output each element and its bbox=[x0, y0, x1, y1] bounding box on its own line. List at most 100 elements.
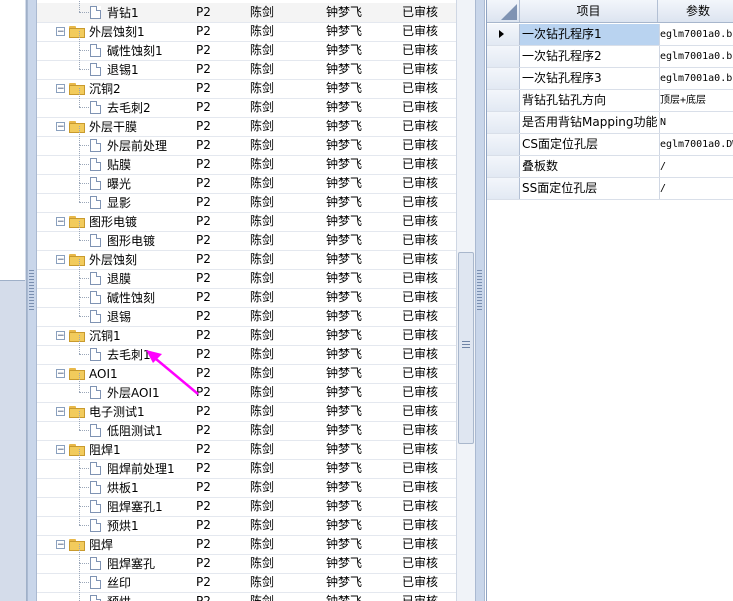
tree-node[interactable]: − 图形电镀 bbox=[56, 212, 137, 231]
tree-item-row[interactable]: 退锡1 P2 陈剑 钟梦飞 已审核 bbox=[37, 50, 456, 80]
row-header[interactable] bbox=[487, 46, 520, 67]
grid-row[interactable]: CS面定位孔层 eglm7001a0.DW bbox=[487, 134, 733, 156]
tree-group-row[interactable]: − 外层蚀刻 P2 陈剑 钟梦飞 已审核 bbox=[37, 250, 456, 270]
tree-node[interactable]: − 阻焊1 bbox=[56, 440, 121, 459]
scrollbar-thumb[interactable] bbox=[458, 252, 474, 444]
tree-node[interactable]: 显影 bbox=[90, 193, 131, 212]
grid-cell-item[interactable]: SS面定位孔层 bbox=[520, 178, 660, 199]
tree-node[interactable]: − 外层蚀刻 bbox=[56, 250, 137, 269]
tree-item-row[interactable]: 碱性蚀刻1 P2 陈剑 钟梦飞 已审核 bbox=[37, 31, 456, 61]
tree-item-row[interactable]: 外层AOI1 P2 陈剑 钟梦飞 已审核 bbox=[37, 373, 456, 403]
tree-item-row[interactable]: 丝印 P2 陈剑 钟梦飞 已审核 bbox=[37, 563, 456, 593]
grid-cell-value[interactable]: eglm7001a0.bz bbox=[658, 46, 733, 67]
tree-node[interactable]: − 电子测试1 bbox=[56, 402, 145, 421]
tree-node[interactable]: 外层前处理 bbox=[90, 136, 167, 155]
tree-node[interactable]: − 阻焊 bbox=[56, 535, 113, 554]
tree-item-row[interactable]: 退膜 P2 陈剑 钟梦飞 已审核 bbox=[37, 259, 456, 289]
tree-item-row[interactable]: 预烘1 P2 陈剑 钟梦飞 已审核 bbox=[37, 506, 456, 536]
collapse-toggle-icon[interactable]: − bbox=[56, 84, 65, 94]
collapse-toggle-icon[interactable]: − bbox=[56, 540, 65, 550]
tree-group-row[interactable]: − 电子测试1 P2 陈剑 钟梦飞 已审核 bbox=[37, 402, 456, 422]
tree-node[interactable]: − 沉铜2 bbox=[56, 79, 121, 98]
tree-vertical-scrollbar[interactable] bbox=[456, 0, 475, 601]
grid-row[interactable]: SS面定位孔层 / bbox=[487, 178, 733, 200]
tree-group-row[interactable]: − 外层干膜 P2 陈剑 钟梦飞 已审核 bbox=[37, 117, 456, 137]
tree-node[interactable]: 图形电镀 bbox=[90, 231, 155, 250]
grid-row[interactable]: 是否用背钻Mapping功能 N bbox=[487, 112, 733, 134]
tree-item-row[interactable]: 去毛刺2 P2 陈剑 钟梦飞 已审核 bbox=[37, 88, 456, 118]
tree-item-row[interactable]: 去毛刺1 P2 陈剑 钟梦飞 已审核 bbox=[37, 335, 456, 365]
tree-node[interactable]: 碱性蚀刻1 bbox=[90, 41, 163, 60]
tree-node[interactable]: − AOI1 bbox=[56, 364, 118, 383]
grid-header-corner[interactable] bbox=[487, 0, 520, 22]
collapse-toggle-icon[interactable]: − bbox=[56, 369, 65, 379]
right-splitter-grip[interactable] bbox=[477, 270, 482, 310]
right-splitter[interactable] bbox=[475, 0, 485, 601]
tree-node[interactable]: 碱性蚀刻 bbox=[90, 288, 155, 307]
tree-item-row[interactable]: 图形电镀 P2 陈剑 钟梦飞 已审核 bbox=[37, 221, 456, 251]
tree-item-row[interactable]: 碱性蚀刻 P2 陈剑 钟梦飞 已审核 bbox=[37, 278, 456, 308]
grid-cell-item[interactable]: 一次钻孔程序2 bbox=[520, 46, 660, 67]
grid-cell-item[interactable]: 一次钻孔程序3 bbox=[520, 68, 660, 89]
tree-node[interactable]: − 外层蚀刻1 bbox=[56, 22, 145, 41]
tree-node[interactable]: − 外层干膜 bbox=[56, 117, 137, 136]
grid-row[interactable]: 背钻孔钻孔方向 顶层+底层 bbox=[487, 90, 733, 112]
tree-group-row[interactable]: − 阻焊1 P2 陈剑 钟梦飞 已审核 bbox=[37, 440, 456, 460]
tree-node[interactable]: 退锡 bbox=[90, 307, 131, 326]
grid-cell-value[interactable]: N bbox=[658, 112, 733, 133]
grid-row[interactable]: 一次钻孔程序3 eglm7001a0.bz bbox=[487, 68, 733, 90]
tree-group-row[interactable]: − 阻焊 P2 陈剑 钟梦飞 已审核 bbox=[37, 535, 456, 555]
tree-group-row[interactable]: − 图形电镀 P2 陈剑 钟梦飞 已审核 bbox=[37, 212, 456, 232]
collapse-toggle-icon[interactable]: − bbox=[56, 407, 65, 417]
tree-node[interactable]: 预烘 bbox=[90, 592, 131, 601]
tree-item-row[interactable]: 外层前处理 P2 陈剑 钟梦飞 已审核 bbox=[37, 126, 456, 156]
collapse-toggle-icon[interactable]: − bbox=[56, 445, 65, 455]
grid-cell-value[interactable]: / bbox=[658, 156, 733, 177]
row-header[interactable] bbox=[487, 112, 520, 133]
tree-item-row[interactable]: 退锡 P2 陈剑 钟梦飞 已审核 bbox=[37, 297, 456, 327]
collapse-toggle-icon[interactable]: − bbox=[56, 331, 65, 341]
tree-item-row[interactable]: 阻焊塞孔1 P2 陈剑 钟梦飞 已审核 bbox=[37, 487, 456, 517]
grid-cell-item[interactable]: 背钻孔钻孔方向 bbox=[520, 90, 660, 111]
row-header[interactable] bbox=[487, 90, 520, 111]
tree-node[interactable]: 预烘1 bbox=[90, 516, 139, 535]
grid-cell-item[interactable]: 叠板数 bbox=[520, 156, 660, 177]
collapse-toggle-icon[interactable]: − bbox=[56, 255, 65, 265]
tree-node[interactable]: 阻焊塞孔1 bbox=[90, 497, 163, 516]
tree-node[interactable]: 丝印 bbox=[90, 573, 131, 592]
tree-item-row[interactable]: 显影 P2 陈剑 钟梦飞 已审核 bbox=[37, 183, 456, 213]
grid-header-param[interactable]: 参数 bbox=[658, 0, 733, 22]
grid-cell-value[interactable]: 顶层+底层 bbox=[658, 90, 733, 111]
grid-cell-value[interactable]: / bbox=[658, 178, 733, 199]
grid-cell-value[interactable]: eglm7001a0.DW bbox=[658, 134, 733, 155]
tree-node[interactable]: 曝光 bbox=[90, 174, 131, 193]
tree-item-row[interactable]: 阻焊塞孔 P2 陈剑 钟梦飞 已审核 bbox=[37, 544, 456, 574]
left-splitter[interactable] bbox=[27, 0, 37, 601]
tree-group-row[interactable]: − AOI1 P2 陈剑 钟梦飞 已审核 bbox=[37, 364, 456, 384]
grid-cell-item[interactable]: 一次钻孔程序1 bbox=[520, 24, 660, 45]
tree-group-row[interactable]: − 沉铜1 P2 陈剑 钟梦飞 已审核 bbox=[37, 326, 456, 346]
left-splitter-grip[interactable] bbox=[29, 270, 34, 310]
tree-group-row[interactable]: − 沉铜2 P2 陈剑 钟梦飞 已审核 bbox=[37, 79, 456, 99]
row-header[interactable] bbox=[487, 178, 520, 199]
grid-row[interactable]: 一次钻孔程序1 eglm7001a0.bz bbox=[487, 24, 733, 46]
tree-node[interactable]: 贴膜 bbox=[90, 155, 131, 174]
grid-cell-value[interactable]: eglm7001a0.bz bbox=[658, 68, 733, 89]
collapse-toggle-icon[interactable]: − bbox=[56, 27, 65, 37]
tree-item-row[interactable]: 烘板1 P2 陈剑 钟梦飞 已审核 bbox=[37, 468, 456, 498]
grid-cell-value[interactable]: eglm7001a0.bz bbox=[658, 24, 733, 45]
tree-node[interactable]: 阻焊塞孔 bbox=[90, 554, 155, 573]
tree-node[interactable]: − 沉铜1 bbox=[56, 326, 121, 345]
tree-node[interactable]: 阻焊前处理1 bbox=[90, 459, 175, 478]
tree-group-row[interactable]: − 外层蚀刻1 P2 陈剑 钟梦飞 已审核 bbox=[37, 22, 456, 42]
tree-node[interactable]: 低阻测试1 bbox=[90, 421, 163, 440]
tree-item-row[interactable]: 贴膜 P2 陈剑 钟梦飞 已审核 bbox=[37, 145, 456, 175]
tree-item-row[interactable]: 背钻1 P2 陈剑 钟梦飞 已审核 bbox=[37, 0, 456, 23]
row-header[interactable] bbox=[487, 24, 520, 45]
collapse-toggle-icon[interactable]: − bbox=[56, 217, 65, 227]
tree-node[interactable]: 背钻1 bbox=[90, 3, 139, 22]
tree-item-row[interactable]: 阻焊前处理1 P2 陈剑 钟梦飞 已审核 bbox=[37, 449, 456, 479]
tree-item-row[interactable]: 预烘 P2 陈剑 钟梦飞 已审核 bbox=[37, 582, 456, 601]
grid-row[interactable]: 叠板数 / bbox=[487, 156, 733, 178]
row-header[interactable] bbox=[487, 156, 520, 177]
